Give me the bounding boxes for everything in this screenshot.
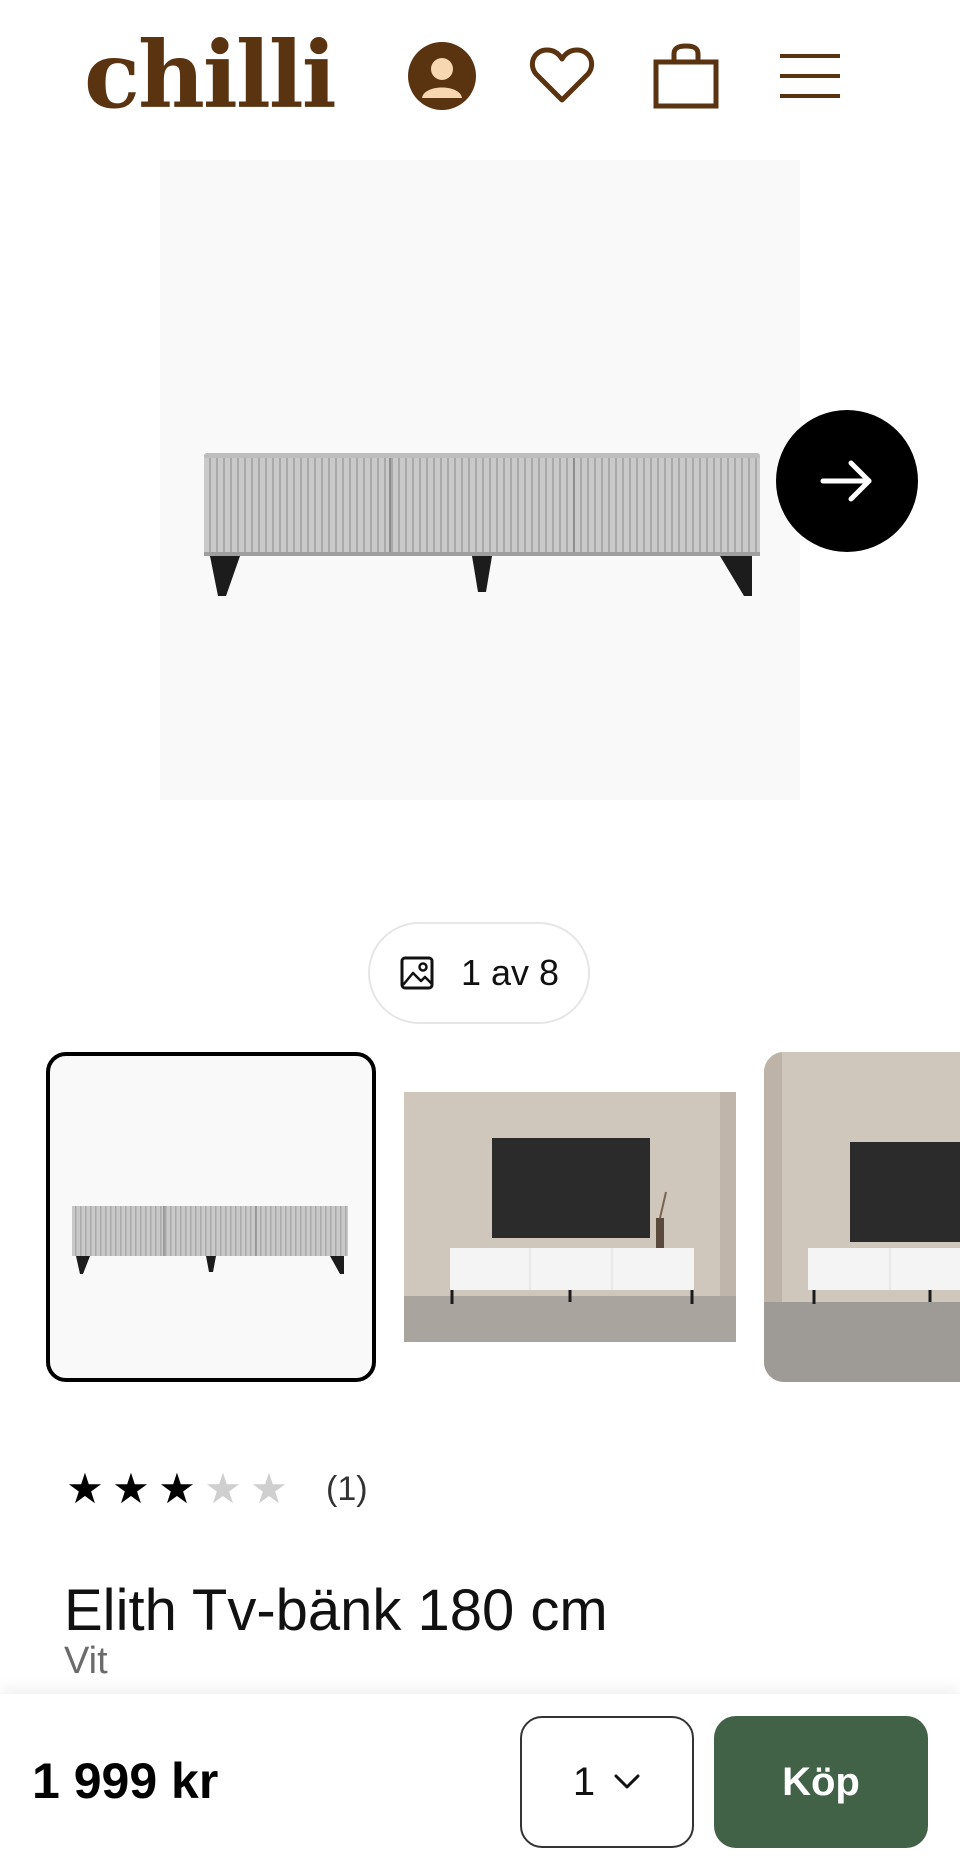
quantity-value: 1 <box>572 1759 596 1804</box>
wishlist-button[interactable] <box>524 38 600 114</box>
account-icon <box>408 42 476 110</box>
buy-button[interactable]: Köp <box>714 1716 928 1848</box>
menu-button[interactable] <box>772 38 848 114</box>
product-main-image[interactable] <box>160 160 800 800</box>
product-title: Elith Tv-bänk 180 cm <box>64 1577 608 1643</box>
image-icon <box>400 956 434 990</box>
bag-icon <box>653 43 719 109</box>
thumbnail-image <box>764 1052 960 1382</box>
thumbnail-image <box>404 1092 736 1342</box>
heart-icon <box>530 47 594 103</box>
gallery-counter[interactable]: 1 av 8 <box>368 922 590 1024</box>
thumbnail-2[interactable] <box>404 1052 736 1382</box>
product-rating[interactable]: ★ ★ ★ ★ ★ (1) <box>64 1466 368 1512</box>
quantity-select[interactable]: 1 <box>520 1716 694 1848</box>
arrow-right-icon <box>820 460 872 502</box>
tv-bench-image <box>204 453 760 596</box>
chilli-logo[interactable]: chilli <box>84 10 337 140</box>
cart-button[interactable] <box>648 38 724 114</box>
gallery-counter-text: 1 av 8 <box>460 952 560 993</box>
site-header: chilli <box>0 0 960 150</box>
thumbnail-1[interactable] <box>46 1052 376 1382</box>
star-filled-icon: ★ <box>158 1465 196 1512</box>
thumbnail-image <box>72 1206 348 1274</box>
chevron-down-icon <box>614 1774 640 1789</box>
purchase-bar: 1 999 kr 1 Köp <box>0 1694 960 1870</box>
star-filled-icon: ★ <box>112 1465 150 1512</box>
star-filled-icon: ★ <box>66 1465 104 1512</box>
account-button[interactable] <box>404 38 480 114</box>
star-empty-icon: ★ <box>250 1465 288 1512</box>
star-empty-icon: ★ <box>204 1465 242 1512</box>
thumbnail-3[interactable] <box>764 1052 960 1382</box>
rating-stars: ★ ★ ★ ★ ★ <box>64 1466 290 1512</box>
menu-icon <box>780 54 840 98</box>
product-price: 1 999 kr <box>32 1753 219 1809</box>
review-count: (1) <box>326 1469 368 1508</box>
next-image-button[interactable] <box>776 410 918 552</box>
product-variant: Vit <box>64 1640 108 1682</box>
